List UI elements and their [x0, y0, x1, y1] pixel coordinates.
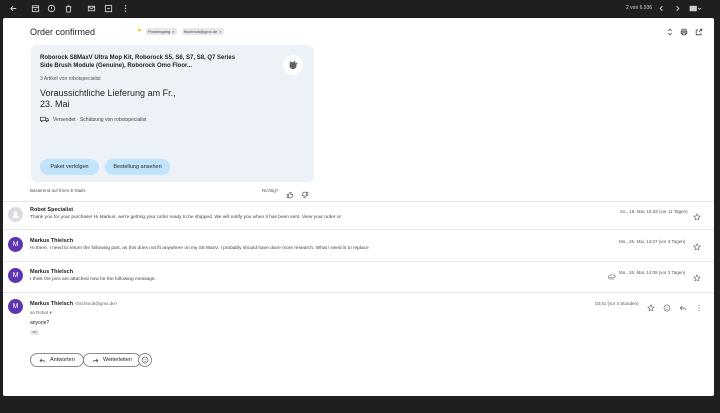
avatar: M: [8, 268, 23, 283]
close-icon[interactable]: ×: [172, 29, 174, 34]
message-counter: 2 von 6.936: [626, 5, 653, 11]
message-snippet: Thank you for your purchase! Hi Markus, …: [30, 215, 342, 220]
star-icon[interactable]: [647, 299, 656, 312]
label-chip-text: Posteingang: [148, 29, 171, 34]
forward-button[interactable]: Weiterleiten: [83, 353, 141, 367]
label-chip-inbox[interactable]: Posteingang ×: [146, 28, 177, 35]
sender-name: Markus Thielsch: [30, 238, 74, 244]
next-icon[interactable]: [672, 3, 683, 14]
shipping-status: Versendet · Schätzung von robotspecialis…: [40, 116, 146, 123]
print-icon[interactable]: [679, 27, 688, 36]
divider: [3, 201, 714, 202]
message-date: Mo., 26. Mai, 14:09 (vor 3 Tagen): [619, 270, 686, 275]
track-package-button[interactable]: Paket verfolgen: [40, 159, 99, 175]
open-new-window-icon[interactable]: [694, 27, 703, 36]
based-on-emails-text: Basierend auf Ihren E-Mails: [30, 188, 86, 193]
emoji-icon: [141, 356, 149, 364]
thumbs-up-icon[interactable]: [286, 186, 295, 199]
emoji-reaction-button[interactable]: [138, 353, 152, 367]
avatar: [8, 207, 23, 222]
message-snippet: Hi there, I need to return the following…: [30, 246, 369, 251]
emoji-icon[interactable]: [663, 299, 672, 312]
keyboard-icon[interactable]: [688, 3, 702, 14]
thumbs-down-icon[interactable]: [301, 186, 310, 199]
message-date: 03:41 (vor 4 Stunden): [595, 301, 639, 306]
show-trimmed-content-button[interactable]: •••: [30, 330, 39, 335]
sender-name: Markus Thielsch <fischmob@gmx.de>: [30, 301, 117, 307]
recipient-text: an Robot: [30, 310, 49, 315]
avatar: M: [8, 299, 23, 314]
divider: [3, 229, 714, 230]
order-items-count: 3 Artikel von robotspecialist: [40, 76, 101, 82]
message-date: So., 18. Mai, 16:33 (vor 11 Tagen): [620, 209, 688, 214]
reply-button[interactable]: Antworten: [30, 353, 84, 367]
sender-name: Robot Specialist: [30, 207, 74, 213]
report-icon[interactable]: [46, 3, 57, 14]
label-chip-text: fischmob@gmx.de: [184, 29, 218, 34]
recipient-line[interactable]: an Robot ▾: [30, 310, 52, 316]
message-date: Mo., 26. Mai, 14:07 (vor 3 Tagen): [619, 239, 686, 244]
order-summary-card: Roborock S8MaxV Ultra Mop Kit, Roborock …: [31, 45, 314, 182]
forward-button-label: Weiterleiten: [103, 357, 132, 363]
sender-email: <fischmob@gmx.de>: [74, 301, 118, 306]
prev-icon[interactable]: [656, 3, 667, 14]
label-chip-email[interactable]: fischmob@gmx.de ×: [182, 28, 224, 35]
reply-icon[interactable]: [679, 299, 688, 311]
star-icon[interactable]: [693, 269, 701, 282]
sender-name-text: Markus Thielsch: [30, 301, 74, 307]
reply-button-label: Antworten: [50, 357, 75, 363]
back-icon[interactable]: [8, 3, 19, 14]
message-snippet: I think the pics are attached now for th…: [30, 277, 156, 282]
delete-icon[interactable]: [63, 3, 74, 14]
delivery-line-1: Voraussichtliche Lieferung am Fr.,: [40, 88, 176, 98]
divider: [3, 292, 714, 293]
top-toolbar: 2 von 6.936: [0, 0, 720, 18]
snooze-icon[interactable]: [103, 3, 114, 14]
truck-icon: [40, 116, 49, 123]
estimated-delivery: Voraussichtliche Lieferung am Fr., 23. M…: [40, 88, 176, 110]
shipping-text: Versendet · Schätzung von robotspecialis…: [53, 116, 147, 123]
divider: [3, 261, 714, 262]
close-icon[interactable]: ×: [219, 29, 221, 34]
star-icon[interactable]: [693, 208, 701, 221]
more-icon[interactable]: [120, 3, 131, 14]
delivery-line-2: 23. Mai: [40, 99, 70, 109]
more-icon[interactable]: [695, 299, 704, 311]
expand-icon[interactable]: [665, 27, 674, 36]
person-icon: [12, 211, 19, 219]
mail-icon[interactable]: [86, 3, 97, 14]
archive-icon[interactable]: [30, 3, 41, 14]
avatar: M: [8, 237, 23, 252]
merchant-logo-icon: [283, 55, 303, 75]
sender-name: Markus Thielsch: [30, 269, 74, 275]
reply-icon: [39, 358, 46, 362]
attachment-icon: [608, 268, 616, 280]
chevron-down-icon[interactable]: ▾: [50, 310, 52, 315]
order-items-title: Roborock S8MaxV Ultra Mop Kit, Roborock …: [40, 55, 236, 69]
star-icon[interactable]: [693, 238, 701, 251]
important-marker-icon[interactable]: ➤: [137, 28, 143, 34]
email-subject: Order confirmed: [30, 27, 96, 37]
forward-icon: [92, 358, 99, 362]
feedback-question: Richtig?: [262, 188, 279, 193]
message-body: anyone?: [30, 320, 50, 326]
view-order-button[interactable]: Bestellung ansehen: [105, 159, 170, 175]
